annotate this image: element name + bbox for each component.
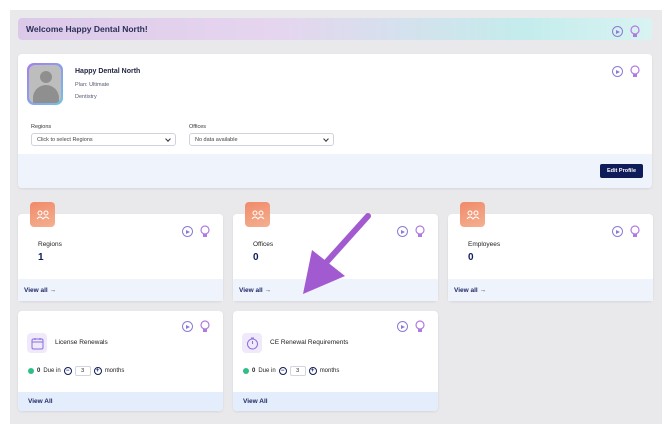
lightbulb-icon[interactable] <box>414 320 425 333</box>
group-icon <box>245 202 270 227</box>
play-video-icon[interactable] <box>612 66 623 77</box>
due-text: Due in <box>258 368 276 374</box>
lightbulb-icon[interactable] <box>629 65 640 78</box>
stat-title: Employees <box>468 241 501 248</box>
due-count: 0 <box>37 368 41 374</box>
welcome-text: Welcome Happy Dental North! <box>26 24 148 34</box>
renewal-title: CE Renewal Requirements <box>270 339 349 346</box>
avatar <box>27 63 63 105</box>
status-dot <box>28 368 34 374</box>
play-video-icon[interactable] <box>182 321 193 332</box>
stat-actions-offices <box>397 225 425 238</box>
welcome-actions <box>612 25 640 38</box>
renewal-actions-ce <box>397 320 425 333</box>
regions-select[interactable]: Click to select Regions <box>31 133 176 146</box>
decrement-button[interactable]: − <box>278 367 287 375</box>
play-video-icon[interactable] <box>612 226 623 237</box>
chevron-down-icon <box>323 136 329 142</box>
stat-value: 1 <box>38 252 44 263</box>
stat-actions-employees <box>612 225 640 238</box>
due-row: 0 Due in − 3 + months <box>28 366 124 376</box>
view-all-link[interactable]: View all → <box>18 279 223 301</box>
renewal-title: License Renewals <box>55 339 108 346</box>
edit-profile-button[interactable]: Edit Profile <box>600 164 643 178</box>
offices-select[interactable]: No data available <box>189 133 334 146</box>
welcome-banner: Welcome Happy Dental North! <box>18 18 652 40</box>
group-icon <box>460 202 485 227</box>
regions-label: Regions <box>31 124 52 130</box>
due-text: Due in <box>43 368 61 374</box>
due-count: 0 <box>252 368 256 374</box>
months-input[interactable]: 3 <box>289 366 306 376</box>
offices-select-value: No data available <box>195 136 238 143</box>
stat-title: Regions <box>38 241 62 248</box>
profile-name: Happy Dental North <box>75 68 141 75</box>
increment-button[interactable]: + <box>93 367 102 375</box>
profile-actions <box>612 65 640 78</box>
group-icon <box>30 202 55 227</box>
lightbulb-icon[interactable] <box>199 320 210 333</box>
months-text: months <box>104 368 125 374</box>
lightbulb-icon[interactable] <box>629 225 640 238</box>
profile-card-footer <box>18 154 652 188</box>
lightbulb-icon[interactable] <box>414 225 425 238</box>
timer-icon <box>242 333 262 353</box>
view-all-link[interactable]: View all → <box>448 279 653 301</box>
play-video-icon[interactable] <box>612 26 623 37</box>
due-row: 0 Due in − 3 + months <box>243 366 339 376</box>
increment-button[interactable]: + <box>308 367 317 375</box>
lightbulb-icon[interactable] <box>199 225 210 238</box>
stat-title: Offices <box>253 241 274 248</box>
profile-plan: Plan: Ultimate <box>75 82 110 88</box>
decrement-button[interactable]: − <box>63 367 72 375</box>
status-dot <box>243 368 249 374</box>
lightbulb-icon[interactable] <box>629 25 640 38</box>
stat-value: 0 <box>253 252 259 263</box>
stat-value: 0 <box>468 252 474 263</box>
view-all-link[interactable]: View All <box>18 392 223 411</box>
play-video-icon[interactable] <box>182 226 193 237</box>
months-input[interactable]: 3 <box>74 366 91 376</box>
months-text: months <box>319 368 340 374</box>
play-video-icon[interactable] <box>397 226 408 237</box>
profile-card: Happy Dental North Plan: Ultimate Dentis… <box>18 54 652 188</box>
view-all-link[interactable]: View All <box>233 392 438 411</box>
renewal-actions-license <box>182 320 210 333</box>
play-video-icon[interactable] <box>397 321 408 332</box>
chevron-down-icon <box>165 136 171 142</box>
profile-specialty: Dentistry <box>75 94 97 100</box>
regions-select-placeholder: Click to select Regions <box>37 136 93 143</box>
offices-label: Offices <box>189 124 207 130</box>
calendar-icon <box>27 333 47 353</box>
stat-actions-regions <box>182 225 210 238</box>
view-all-link[interactable]: View all → <box>233 279 438 301</box>
